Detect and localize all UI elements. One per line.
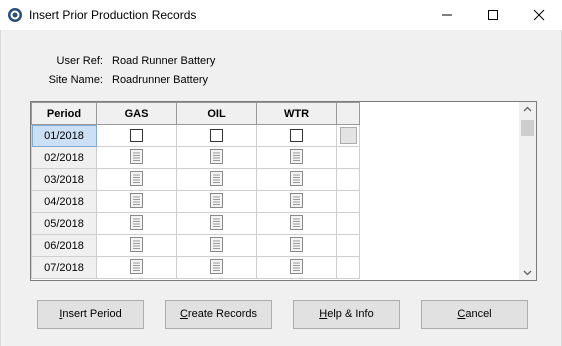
document-icon[interactable] — [210, 192, 223, 211]
document-icon[interactable] — [130, 214, 143, 233]
document-icon[interactable] — [210, 214, 223, 233]
oil-cell[interactable] — [176, 124, 257, 147]
wtr-cell[interactable] — [256, 168, 337, 191]
create-records-button[interactable]: Create Records — [165, 300, 272, 329]
gas-cell[interactable] — [96, 256, 177, 279]
grid-empty-area — [361, 102, 517, 280]
document-icon[interactable] — [130, 192, 143, 211]
oil-cell[interactable] — [176, 256, 257, 279]
oil-checkbox[interactable] — [210, 129, 223, 142]
app-icon — [8, 8, 22, 22]
period-cell[interactable]: 02/2018 — [31, 146, 97, 169]
row-extra-cell — [336, 212, 360, 235]
cancel-button[interactable]: Cancel — [421, 300, 528, 329]
column-header-oil[interactable]: OIL — [176, 102, 257, 125]
wtr-cell[interactable] — [256, 256, 337, 279]
gas-cell[interactable] — [96, 168, 177, 191]
maximize-button[interactable] — [470, 0, 516, 30]
table-row[interactable]: 05/2018 — [31, 212, 360, 235]
close-icon — [533, 9, 545, 21]
insert-period-button[interactable]: Insert Period — [37, 300, 144, 329]
row-extra-cell — [336, 168, 360, 191]
gas-cell[interactable] — [96, 234, 177, 257]
document-icon[interactable] — [290, 148, 303, 167]
document-icon[interactable] — [290, 214, 303, 233]
row-extra-cell — [336, 234, 360, 257]
window-title: Insert Prior Production Records — [29, 8, 197, 22]
maximize-icon — [488, 10, 498, 20]
gas-cell[interactable] — [96, 190, 177, 213]
oil-cell[interactable] — [176, 146, 257, 169]
row-select-button[interactable] — [339, 127, 357, 144]
row-extra-cell — [336, 190, 360, 213]
column-header-gas[interactable]: GAS — [96, 102, 177, 125]
scrollbar-thumb[interactable] — [521, 120, 534, 136]
document-icon[interactable] — [210, 148, 223, 167]
row-extra-cell[interactable] — [336, 124, 360, 147]
oil-cell[interactable] — [176, 190, 257, 213]
column-header-extra — [336, 102, 360, 125]
title-bar: Insert Prior Production Records — [0, 0, 562, 30]
period-cell[interactable]: 03/2018 — [31, 168, 97, 191]
period-cell[interactable]: 06/2018 — [31, 234, 97, 257]
vertical-scrollbar[interactable] — [519, 102, 536, 280]
wtr-cell[interactable] — [256, 124, 337, 147]
document-icon[interactable] — [130, 170, 143, 189]
table-row[interactable]: 06/2018 — [31, 234, 360, 257]
document-icon[interactable] — [210, 258, 223, 277]
table-row[interactable]: 03/2018 — [31, 168, 360, 191]
grid-header-row: Period GAS OIL WTR — [31, 102, 360, 125]
site-name-value: Roadrunner Battery — [112, 74, 208, 86]
minimize-button[interactable] — [424, 0, 470, 30]
period-cell[interactable]: 01/2018 — [31, 124, 97, 147]
gas-cell[interactable] — [96, 124, 177, 147]
oil-cell[interactable] — [176, 234, 257, 257]
close-button[interactable] — [516, 0, 562, 30]
document-icon[interactable] — [130, 148, 143, 167]
wtr-cell[interactable] — [256, 146, 337, 169]
row-extra-cell — [336, 256, 360, 279]
table-row[interactable]: 07/2018 — [31, 256, 360, 279]
help-info-button[interactable]: Help & Info — [293, 300, 400, 329]
column-header-wtr[interactable]: WTR — [256, 102, 337, 125]
document-icon[interactable] — [290, 170, 303, 189]
table-row[interactable]: 04/2018 — [31, 190, 360, 213]
wtr-cell[interactable] — [256, 190, 337, 213]
oil-cell[interactable] — [176, 212, 257, 235]
wtr-checkbox[interactable] — [290, 129, 303, 142]
table-row[interactable]: 02/2018 — [31, 146, 360, 169]
document-icon[interactable] — [290, 192, 303, 211]
minimize-icon — [442, 14, 452, 16]
row-extra-cell — [336, 146, 360, 169]
wtr-cell[interactable] — [256, 212, 337, 235]
oil-cell[interactable] — [176, 168, 257, 191]
gas-cell[interactable] — [96, 212, 177, 235]
document-icon[interactable] — [210, 236, 223, 255]
table-row[interactable]: 01/2018 — [31, 124, 360, 147]
gas-cell[interactable] — [96, 146, 177, 169]
column-header-period[interactable]: Period — [31, 102, 97, 125]
document-icon[interactable] — [210, 170, 223, 189]
gas-checkbox[interactable] — [130, 129, 143, 142]
site-name-label: Site Name: — [48, 74, 103, 86]
document-icon[interactable] — [130, 258, 143, 277]
scroll-down-icon[interactable] — [523, 270, 532, 276]
user-ref-label: User Ref: — [56, 55, 103, 67]
document-icon[interactable] — [290, 258, 303, 277]
period-cell[interactable]: 04/2018 — [31, 190, 97, 213]
records-grid[interactable]: Period GAS OIL WTR 01/2018 02/2018 03/2018… — [30, 101, 537, 281]
wtr-cell[interactable] — [256, 234, 337, 257]
period-cell[interactable]: 07/2018 — [31, 256, 97, 279]
document-icon[interactable] — [290, 236, 303, 255]
user-ref-value: Road Runner Battery — [112, 55, 216, 67]
document-icon[interactable] — [130, 236, 143, 255]
period-cell[interactable]: 05/2018 — [31, 212, 97, 235]
scroll-up-icon[interactable] — [523, 106, 532, 112]
